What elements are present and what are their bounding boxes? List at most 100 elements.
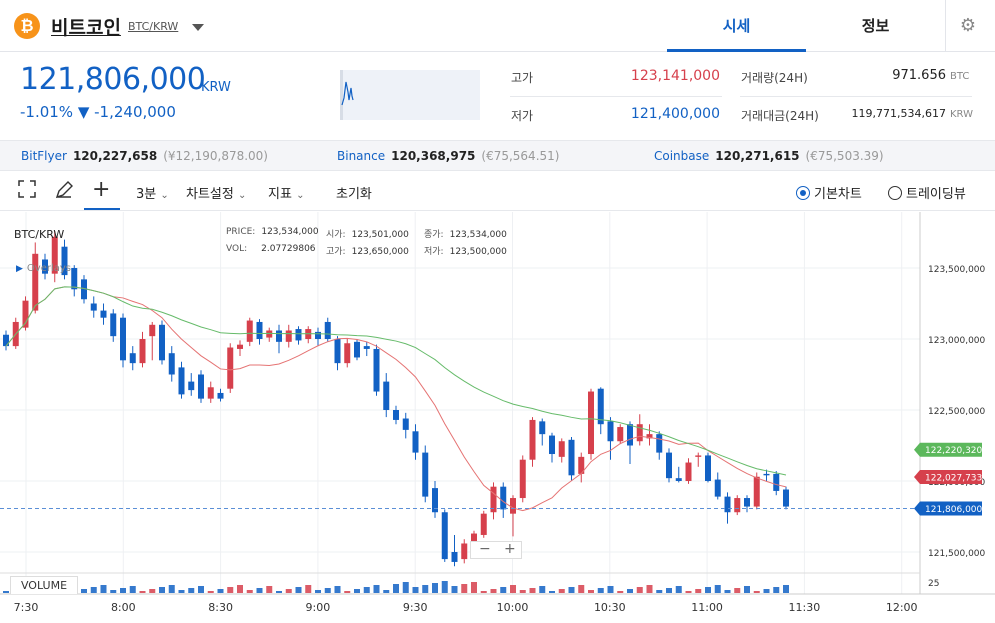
tab-info[interactable]: 정보 (806, 0, 945, 52)
volume-bar (724, 590, 731, 593)
volume-bar (646, 585, 653, 593)
volume-bar (627, 589, 633, 593)
legend-open: 시가: 123,501,000 (326, 227, 409, 240)
volume-bar (285, 589, 292, 593)
chevron-down-icon: ⌄ (237, 190, 247, 201)
volume-bar (480, 591, 487, 593)
volume-tick-label: 25 (928, 579, 939, 589)
x-tick-label: 8:30 (208, 601, 233, 614)
tradingview-radio[interactable]: 트레이딩뷰 (888, 183, 966, 202)
candle-body (773, 473, 780, 491)
volume-bar (412, 587, 419, 593)
basic-chart-radio[interactable]: 기본차트 (796, 183, 862, 202)
volume-bar (266, 586, 273, 593)
candlestick-chart-svg[interactable]: 121,500,000122,000,000122,500,000123,000… (0, 212, 995, 623)
amount-unit: KRW (950, 109, 973, 120)
chart-settings-button[interactable]: 차트설정 ⌄ (186, 183, 246, 202)
volume-bar (81, 589, 87, 593)
candle-body (500, 486, 507, 510)
interval-value: 3분 (136, 187, 157, 202)
volume-bar (217, 589, 224, 593)
candle-body (666, 452, 672, 479)
candle-body (588, 391, 594, 455)
zoom-in-button[interactable]: + (504, 541, 516, 557)
volume-bar (178, 590, 185, 593)
legend-key: 종가: (424, 230, 444, 240)
last-price-tag: 121,806,000 (925, 505, 983, 515)
candle-body (607, 421, 614, 442)
overlays-toggle[interactable]: ▶ Overlays (16, 263, 71, 274)
pencil-icon[interactable] (54, 180, 74, 205)
volume-bar (558, 589, 565, 593)
candle-body (256, 321, 263, 339)
legend-key: 고가: (326, 247, 346, 257)
volume-bar (432, 583, 438, 593)
coin-dropdown-chevron-down-icon[interactable] (192, 24, 204, 31)
volume-bar (597, 588, 604, 593)
candle-body (705, 455, 711, 481)
candle-body (110, 313, 117, 337)
volume-bar (695, 589, 702, 593)
price-change: -1.01% ▼ -1,240,000 (20, 103, 176, 121)
volume-bar (539, 586, 546, 593)
volume-bar (666, 588, 672, 593)
ma-long-price-tag: 122,220,320 (925, 446, 983, 456)
amount-label: 거래대금(24H) (741, 109, 819, 123)
legend-key: 저가: (424, 247, 444, 257)
volume-bar (354, 589, 360, 593)
volume-bar (315, 590, 321, 593)
triangle-right-icon: ▶ (16, 264, 23, 274)
volume-bar (90, 587, 97, 593)
candle-body (168, 353, 175, 375)
candle-body (198, 374, 204, 399)
volume-bar (100, 585, 107, 593)
x-tick-label: 9:00 (306, 601, 331, 614)
volume-pane-label: VOLUME (10, 576, 78, 594)
exchange-price: 120,368,975 (391, 149, 476, 163)
volume-bar (295, 587, 302, 593)
volume-bar (490, 589, 497, 593)
chevron-down-icon: ⌄ (160, 190, 169, 201)
candle-body (549, 435, 555, 455)
candle-body (139, 339, 146, 364)
zoom-control: − + (470, 541, 522, 559)
exchange-name[interactable]: Binance (337, 149, 385, 163)
candle-body (461, 543, 468, 560)
zoom-out-button[interactable]: − (479, 541, 491, 557)
fullscreen-icon[interactable] (18, 180, 36, 203)
legend-low: 저가: 123,500,000 (424, 244, 507, 257)
low-value: 121,400,000 (630, 106, 720, 122)
crosshair-icon[interactable]: + (92, 177, 110, 202)
exchange-name[interactable]: BitFlyer (21, 149, 67, 163)
legend-key: PRICE: (226, 227, 256, 237)
gear-icon[interactable]: ⚙ (958, 16, 978, 36)
exchange-price: 120,271,615 (715, 149, 800, 163)
tab-quote[interactable]: 시세 (667, 0, 806, 52)
coin-name[interactable]: 비트코인 (51, 13, 121, 40)
volume-bar (744, 586, 750, 593)
exchange-name[interactable]: Coinbase (654, 149, 709, 163)
volume-bar (675, 586, 682, 593)
volume-bar (344, 591, 351, 593)
indicators-button[interactable]: 지표 ⌄ (268, 183, 304, 202)
high-value: 123,141,000 (630, 68, 720, 84)
interval-select[interactable]: 3분 ⌄ (136, 183, 169, 202)
radio-unselected-icon (888, 186, 902, 200)
candle-body (744, 498, 750, 507)
candle-body (402, 418, 409, 430)
candle-body (685, 462, 692, 481)
candle-body (441, 512, 448, 560)
price-chart[interactable]: 121,500,000122,000,000122,500,000123,000… (0, 212, 995, 623)
candle-body (120, 317, 126, 361)
coin-pair[interactable]: BTC/KRW (128, 20, 178, 33)
candle-body (129, 353, 136, 364)
candle-body (90, 303, 97, 311)
legend-price: PRICE: 123,534,000 (226, 227, 319, 237)
chart-toolbar: + 3분 ⌄ 차트설정 ⌄ 지표 ⌄ 초기화 기본차트 트레이딩뷰 (0, 171, 995, 211)
y-tick-label: 121,500,000 (928, 549, 986, 559)
volume-bar (451, 586, 458, 593)
candle-body (597, 388, 604, 425)
reset-button[interactable]: 초기화 (336, 183, 372, 202)
legend-value: 123,500,000 (449, 247, 507, 257)
candle-body (695, 455, 702, 457)
